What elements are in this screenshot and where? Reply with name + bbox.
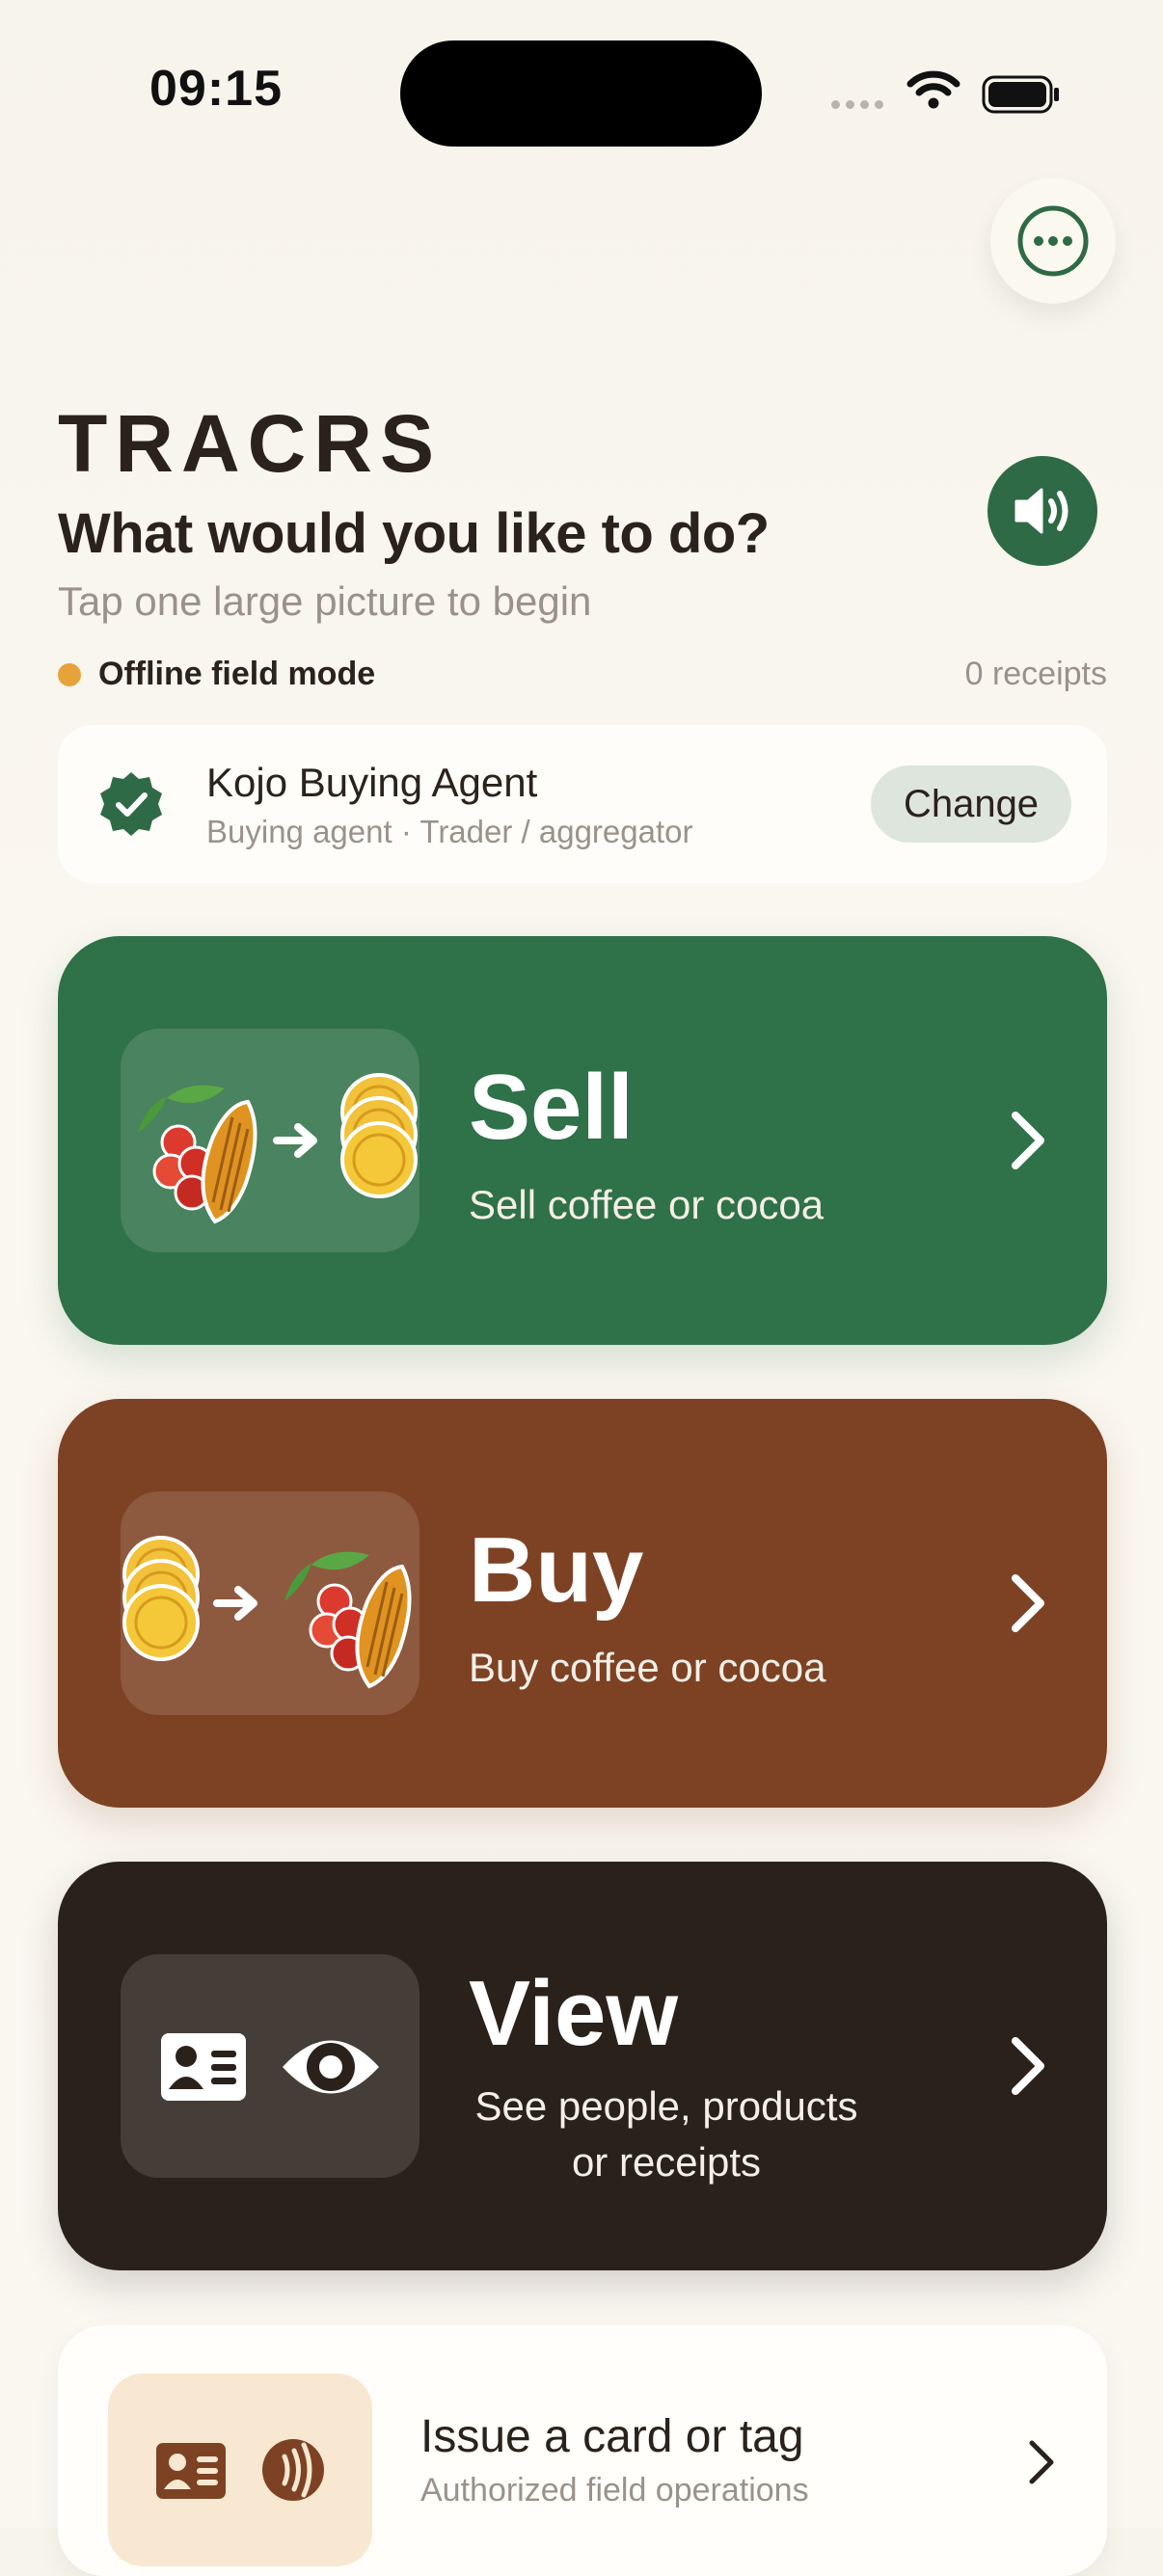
buy-picture bbox=[121, 1491, 419, 1715]
view-title: View bbox=[469, 1962, 679, 2065]
chevron-right-icon bbox=[1012, 2037, 1044, 2095]
page-title: What would you like to do? bbox=[58, 502, 770, 565]
view-subtitle-line-2: or receipts bbox=[571, 2139, 762, 2185]
issue-picture bbox=[108, 2374, 372, 2566]
agent-card: Kojo Buying Agent Buying agent · Trader … bbox=[58, 725, 1107, 883]
view-picture bbox=[121, 1954, 419, 2178]
produce-to-coins-icon bbox=[138, 1073, 418, 1224]
id-card-eye-icon bbox=[161, 2033, 379, 2101]
sell-subtitle: Sell coffee or cocoa bbox=[469, 1182, 825, 1227]
view-subtitle: See people, products or receipts bbox=[469, 2079, 864, 2190]
page-hint: Tap one large picture to begin bbox=[58, 578, 592, 624]
sell-title: Sell bbox=[469, 1056, 634, 1159]
chevron-right-icon bbox=[1029, 2440, 1054, 2484]
view-subtitle-line-1: See people, products bbox=[474, 2083, 858, 2129]
issue-subtitle: Authorized field operations bbox=[420, 2472, 809, 2509]
buy-title: Buy bbox=[469, 1518, 644, 1622]
agent-role: Buying agent · Trader / aggregator bbox=[206, 814, 693, 849]
agent-name: Kojo Buying Agent bbox=[206, 760, 538, 805]
sell-card[interactable]: Sell Sell coffee or cocoa bbox=[58, 936, 1107, 1345]
change-agent-button[interactable]: Change bbox=[871, 765, 1071, 843]
issue-title: Issue a card or tag bbox=[420, 2411, 804, 2462]
app-brand: TRACRS bbox=[58, 398, 442, 489]
more-dots-icon bbox=[1017, 205, 1089, 277]
sell-picture bbox=[121, 1029, 419, 1252]
offline-status-dot bbox=[58, 663, 81, 686]
chevron-right-icon bbox=[1012, 1574, 1044, 1632]
more-options-button[interactable] bbox=[990, 178, 1116, 304]
mode-label: Offline field mode bbox=[98, 656, 376, 692]
view-card[interactable]: View See people, products or receipts bbox=[58, 1862, 1107, 2270]
buy-subtitle: Buy coffee or cocoa bbox=[469, 1645, 826, 1690]
status-time: 09:15 bbox=[149, 61, 283, 117]
cellular-signal-icon bbox=[831, 100, 883, 109]
dynamic-island bbox=[400, 40, 762, 147]
wifi-icon bbox=[906, 70, 960, 109]
read-aloud-button[interactable] bbox=[987, 456, 1097, 566]
battery-icon bbox=[982, 75, 1059, 114]
buy-card[interactable]: Buy Buy coffee or cocoa bbox=[58, 1399, 1107, 1808]
verified-badge-icon bbox=[100, 772, 162, 836]
chevron-right-icon bbox=[1012, 1112, 1044, 1169]
coins-to-produce-icon bbox=[122, 1536, 412, 1689]
issue-card-button[interactable]: Issue a card or tag Authorized field ope… bbox=[58, 2325, 1107, 2576]
speaker-icon bbox=[1014, 488, 1068, 534]
id-card-nfc-icon bbox=[156, 2439, 324, 2501]
receipt-count: 0 receipts bbox=[964, 656, 1107, 692]
